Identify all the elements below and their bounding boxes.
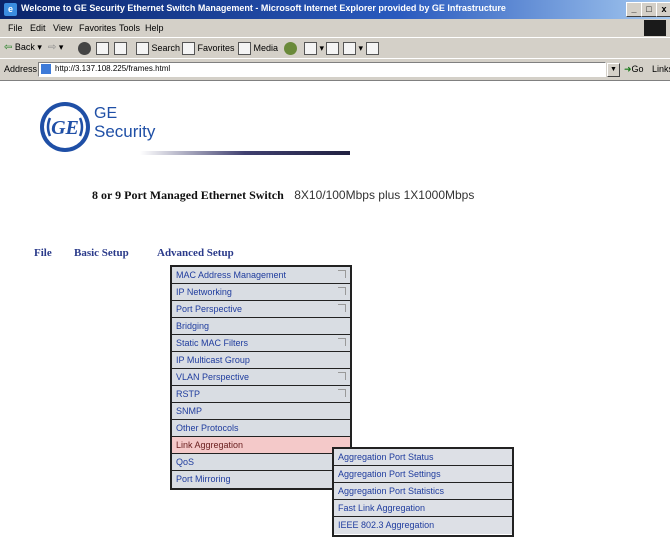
submenu-arrow-icon [338,287,346,295]
menu-view[interactable]: View [53,23,72,33]
nav-advanced-setup[interactable]: Advanced Setup [157,247,234,259]
page-icon [41,64,51,74]
mail-button[interactable]: ▾ [304,42,324,55]
toolbar: ⇦ Back ▾ ⇨ ▾ Search Favorites Media ▾ ▾ [0,37,670,59]
menu-item-rstp[interactable]: RSTP [172,386,350,403]
stop-button[interactable] [78,42,93,55]
go-arrow-icon: ➜ [624,64,632,74]
history-icon [284,42,297,55]
menu-item-port-mirroring[interactable]: Port Mirroring [172,471,350,488]
links-button[interactable]: Links [652,64,670,74]
submenu-arrow-icon [338,270,346,278]
address-input[interactable]: http://3.137.108.225/frames.html [38,62,606,77]
nav-basic-setup[interactable]: Basic Setup [74,247,129,259]
minimize-button[interactable]: _ [626,2,642,17]
forward-button[interactable]: ⇨ ▾ [48,42,63,53]
home-icon [114,42,127,55]
ge-security-logo: GE GE Security [38,100,180,156]
close-button[interactable]: x [656,2,670,17]
submenu-item-ieee-8023-aggregation[interactable]: IEEE 802.3 Aggregation [334,517,512,534]
print-button[interactable] [326,42,339,55]
edit-icon [343,42,356,55]
home-button[interactable] [114,42,127,55]
ie-icon: e [4,3,17,16]
stop-icon [78,42,91,55]
edit-button[interactable]: ▾ [343,42,363,55]
menu-item-mac-address-management[interactable]: MAC Address Management [172,267,350,284]
refresh-button[interactable] [96,42,109,55]
discuss-button[interactable] [366,42,379,55]
menu-item-port-perspective[interactable]: Port Perspective [172,301,350,318]
window-title: Welcome to GE Security Ethernet Switch M… [21,3,506,13]
menu-edit[interactable]: Edit [30,23,46,33]
address-dropdown-button[interactable]: ▼ [607,63,620,77]
menu-item-other-protocols[interactable]: Other Protocols [172,420,350,437]
search-button[interactable]: Search [136,42,180,55]
address-value: http://3.137.108.225/frames.html [55,64,171,73]
page-title: 8 or 9 Port Managed Ethernet Switch 8X10… [92,186,474,204]
submenu-arrow-icon [338,389,346,397]
address-label: Address [4,64,38,74]
menu-item-ip-multicast-group[interactable]: IP Multicast Group [172,352,350,369]
menu-file[interactable]: File [8,23,23,33]
ge-seal-icon: GE [40,102,90,152]
maximize-button[interactable]: □ [641,2,657,17]
ge-seal-text: GE [51,117,79,139]
discuss-icon [366,42,379,55]
refresh-icon [96,42,109,55]
brand-security: Security [94,122,156,141]
menu-favorites[interactable]: Favorites [79,23,116,33]
product-name: 8 or 9 Port Managed Ethernet Switch [92,188,284,202]
menu-item-vlan-perspective[interactable]: VLAN Perspective [172,369,350,386]
menu-help[interactable]: Help [145,23,164,33]
mail-icon [304,42,317,55]
submenu-item-aggregation-port-statistics[interactable]: Aggregation Port Statistics [334,483,512,500]
nav-file[interactable]: File [34,247,52,259]
address-bar: Address http://3.137.108.225/frames.html… [0,58,670,81]
brand-ge: GE [94,105,118,122]
history-button[interactable] [284,42,299,55]
menu-item-link-aggregation[interactable]: Link Aggregation [172,437,350,454]
back-button[interactable]: ⇦ Back ▾ [4,42,42,53]
menu-item-bridging[interactable]: Bridging [172,318,350,335]
menu-item-qos[interactable]: QoS [172,454,350,471]
media-icon [238,42,251,55]
menu-tools[interactable]: Tools [119,23,140,33]
advanced-setup-menu: MAC Address Management IP Networking Por… [170,265,352,490]
favorites-button[interactable]: Favorites [182,42,235,55]
print-icon [326,42,339,55]
submenu-arrow-icon [338,338,346,346]
submenu-arrow-icon [338,372,346,380]
product-spec: 8X10/100Mbps plus 1X1000Mbps [294,188,475,202]
menu-item-ip-networking[interactable]: IP Networking [172,284,350,301]
menu-item-static-mac-filters[interactable]: Static MAC Filters [172,335,350,352]
go-button[interactable]: ➜Go [624,64,644,75]
menu-item-snmp[interactable]: SNMP [172,403,350,420]
back-arrow-icon: ⇦ [4,42,13,53]
menu-bar: File Edit View Favorites Tools Help [0,19,670,37]
window-title-bar: e Welcome to GE Security Ethernet Switch… [0,0,670,19]
submenu-item-aggregation-port-settings[interactable]: Aggregation Port Settings [334,466,512,483]
windows-logo-icon [644,20,666,36]
forward-arrow-icon: ⇨ [48,42,57,53]
submenu-item-aggregation-port-status[interactable]: Aggregation Port Status [334,449,512,466]
search-icon [136,42,149,55]
link-aggregation-submenu: Aggregation Port Status Aggregation Port… [332,447,514,537]
submenu-arrow-icon [338,304,346,312]
favorites-icon [182,42,195,55]
submenu-item-fast-link-aggregation[interactable]: Fast Link Aggregation [334,500,512,517]
header-divider [140,151,350,155]
media-button[interactable]: Media [238,42,278,55]
